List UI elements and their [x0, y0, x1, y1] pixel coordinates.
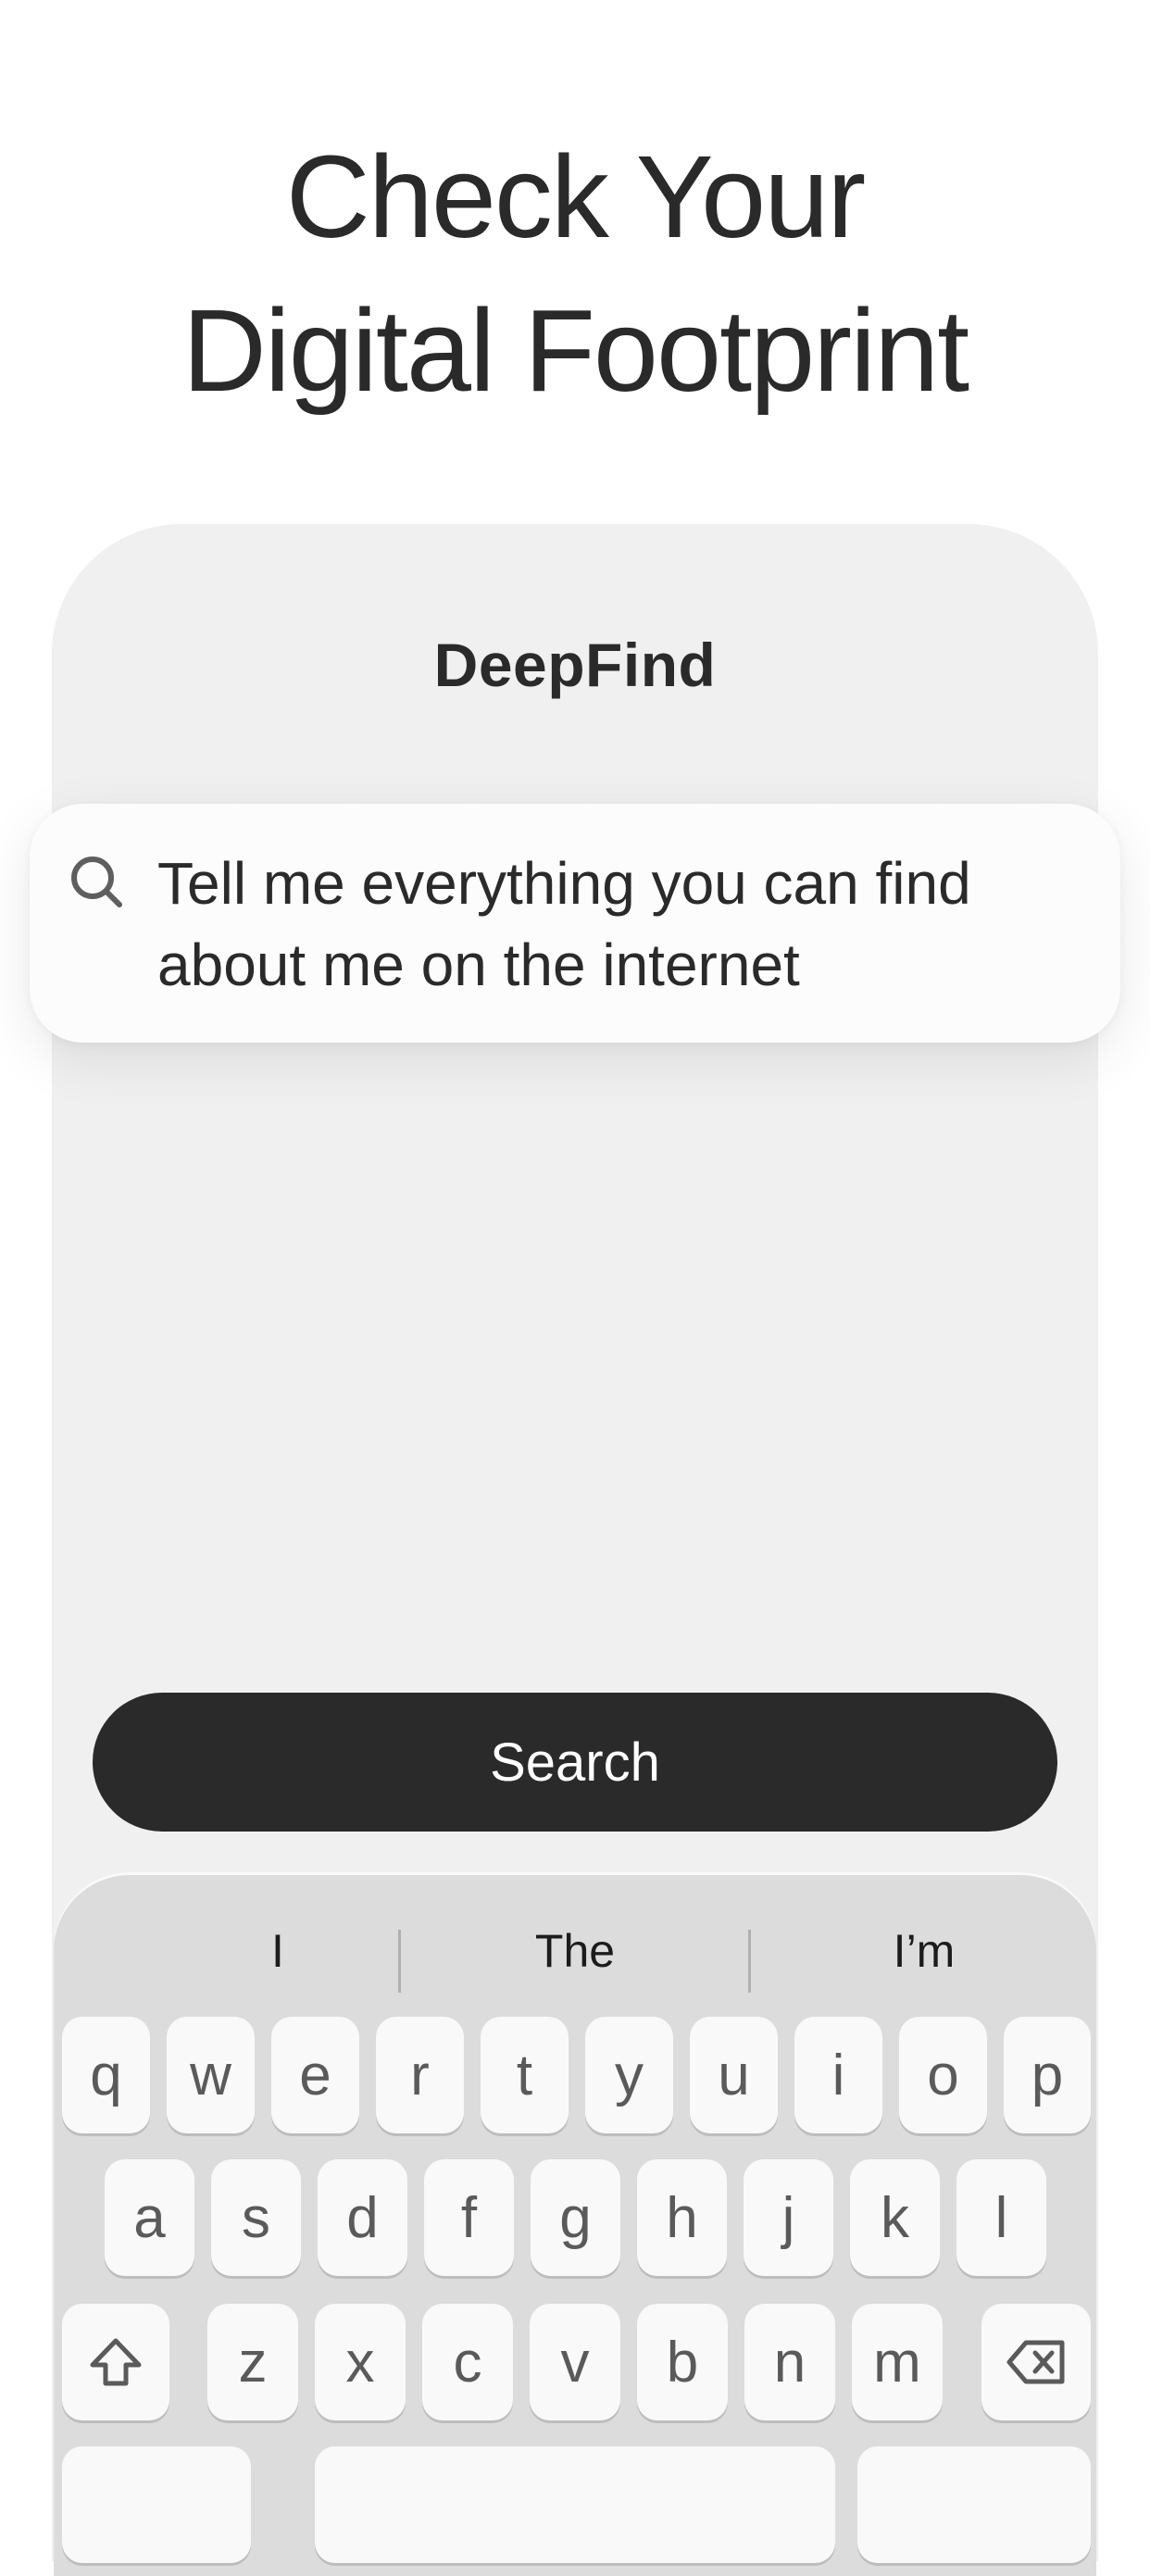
search-button[interactable]: Search — [93, 1693, 1057, 1832]
numbers-key[interactable] — [62, 2446, 251, 2563]
headline-line-1: Check Your — [285, 131, 866, 262]
key-w[interactable]: w — [167, 2017, 255, 2133]
key-h[interactable]: h — [637, 2159, 727, 2276]
key-s[interactable]: s — [211, 2159, 301, 2276]
search-icon — [71, 857, 122, 907]
key-u[interactable]: u — [690, 2017, 778, 2133]
keyboard-suggestions: I The I’m — [54, 1900, 1096, 2002]
keyboard: I The I’m q w e r t y u i o p a s d f g … — [54, 1872, 1096, 2576]
key-d[interactable]: d — [318, 2159, 407, 2276]
return-key[interactable] — [857, 2446, 1091, 2563]
space-key[interactable] — [315, 2446, 835, 2563]
key-x[interactable]: x — [315, 2304, 406, 2420]
key-q[interactable]: q — [62, 2017, 150, 2133]
key-t[interactable]: t — [481, 2017, 569, 2133]
headline-line-2: Digital Footprint — [181, 285, 969, 416]
suggestion-3[interactable]: I’m — [757, 1900, 1091, 2002]
search-field[interactable]: Tell me everything you can find about me… — [30, 804, 1120, 1043]
shift-key[interactable] — [62, 2304, 169, 2420]
headline: Check Your Digital Footprint — [0, 120, 1150, 428]
suggestion-2[interactable]: The — [408, 1900, 742, 2002]
key-a[interactable]: a — [105, 2159, 194, 2276]
key-r[interactable]: r — [376, 2017, 464, 2133]
key-b[interactable]: b — [637, 2304, 728, 2420]
key-c[interactable]: c — [422, 2304, 513, 2420]
suggestion-1[interactable]: I — [111, 1900, 444, 2002]
suggestion-divider — [398, 1930, 401, 1993]
key-z[interactable]: z — [207, 2304, 298, 2420]
key-m[interactable]: m — [852, 2304, 943, 2420]
key-f[interactable]: f — [424, 2159, 514, 2276]
key-g[interactable]: g — [531, 2159, 620, 2276]
key-y[interactable]: y — [585, 2017, 673, 2133]
search-query-text: Tell me everything you can find about me… — [157, 850, 971, 998]
key-n[interactable]: n — [744, 2304, 835, 2420]
backspace-icon — [1006, 2340, 1065, 2384]
key-k[interactable]: k — [850, 2159, 940, 2276]
key-o[interactable]: o — [899, 2017, 987, 2133]
key-e[interactable]: e — [271, 2017, 359, 2133]
shift-icon — [90, 2338, 142, 2386]
suggestion-divider — [748, 1930, 751, 1993]
key-i[interactable]: i — [794, 2017, 882, 2133]
backspace-key[interactable] — [981, 2304, 1091, 2420]
key-l[interactable]: l — [956, 2159, 1046, 2276]
key-p[interactable]: p — [1004, 2017, 1091, 2133]
app-title: DeepFind — [433, 631, 717, 699]
key-v[interactable]: v — [530, 2304, 620, 2420]
key-j[interactable]: j — [744, 2159, 833, 2276]
